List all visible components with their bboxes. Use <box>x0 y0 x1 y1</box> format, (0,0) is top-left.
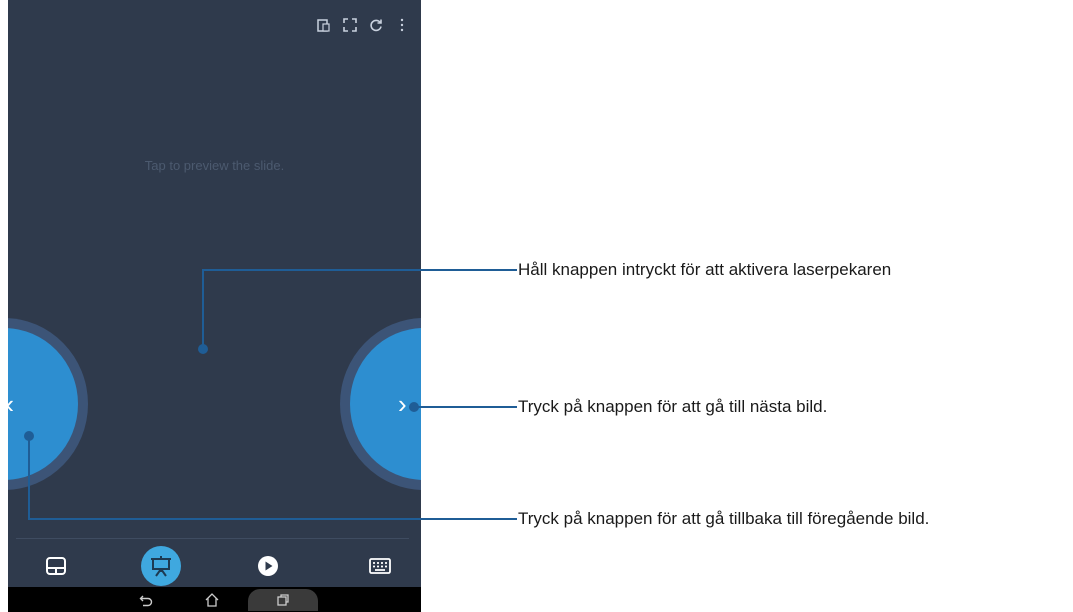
bottom-divider <box>16 538 409 539</box>
system-nav-bar <box>8 587 421 612</box>
touchpad-tab[interactable] <box>36 546 76 586</box>
chevron-left-icon: ‹ <box>8 391 14 417</box>
fullscreen-icon[interactable] <box>343 18 357 32</box>
recent-apps-button[interactable] <box>248 589 318 611</box>
previous-callout-text: Tryck på knappen för att gå tillbaka til… <box>518 509 930 528</box>
keyboard-tab[interactable] <box>360 546 400 586</box>
next-callout-text: Tryck på knappen för att gå till nästa b… <box>518 397 828 416</box>
play-tab[interactable] <box>248 546 288 586</box>
play-icon <box>258 556 278 576</box>
keyboard-icon <box>369 558 391 574</box>
back-icon <box>139 595 153 607</box>
home-icon <box>205 593 219 607</box>
back-button[interactable] <box>134 589 158 611</box>
slide-list-icon[interactable] <box>317 18 331 32</box>
remote-screen: Tap to preview the slide. ‹ › <box>8 0 421 612</box>
previous-callout-line-horizontal <box>28 518 517 520</box>
laser-callout-line-horizontal <box>202 269 517 271</box>
laser-callout-text: Håll knappen intryckt för att aktivera l… <box>518 260 892 279</box>
previous-callout-line-vertical <box>28 436 30 520</box>
home-button[interactable] <box>200 589 224 611</box>
top-toolbar <box>317 18 409 32</box>
laser-callout-line-vertical <box>202 269 204 349</box>
chevron-right-icon: › <box>398 389 407 419</box>
touchpad-icon <box>46 557 66 575</box>
presentation-tab[interactable] <box>141 546 181 586</box>
more-vertical-icon[interactable] <box>395 18 409 32</box>
slide-preview-hint[interactable]: Tap to preview the slide. <box>8 158 421 173</box>
presentation-icon <box>151 556 171 577</box>
next-callout-line <box>414 406 517 408</box>
bottom-nav <box>8 544 421 586</box>
recent-apps-icon <box>277 594 289 606</box>
refresh-icon[interactable] <box>369 18 383 32</box>
